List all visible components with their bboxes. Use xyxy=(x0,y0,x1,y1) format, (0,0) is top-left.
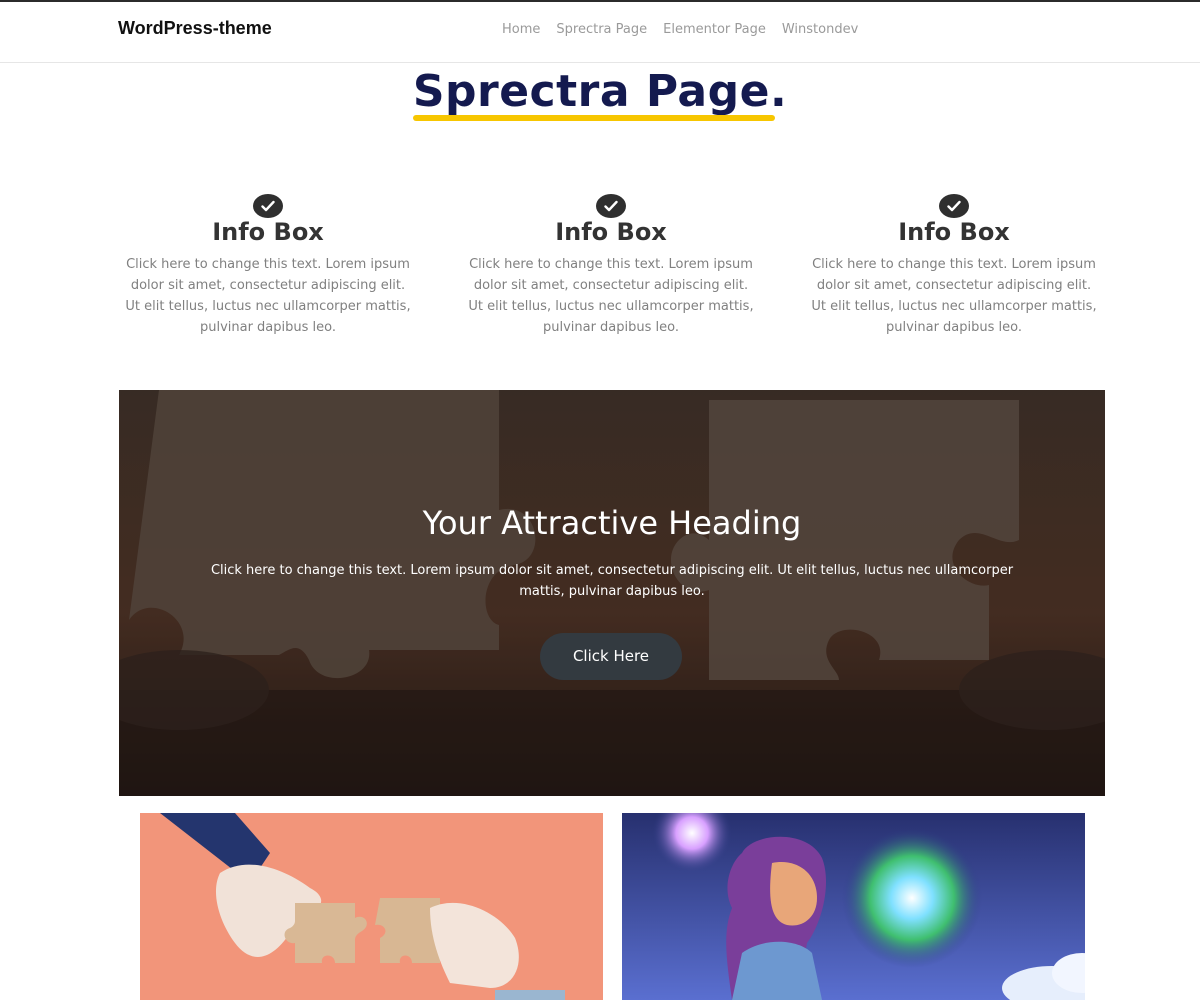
hero-heading: Your Attractive Heading xyxy=(422,504,802,542)
hero-text: Click here to change this text. Lorem ip… xyxy=(210,563,1014,599)
check-circle-icon xyxy=(253,194,283,218)
puzzle-hands-image xyxy=(140,813,603,1000)
info-box-row: Info Box Click here to change this text.… xyxy=(118,194,1104,338)
hero-content: Your Attractive Heading Click here to ch… xyxy=(119,390,1105,796)
nav-item-home[interactable]: Home xyxy=(502,22,540,37)
check-circle-icon xyxy=(939,194,969,218)
info-box: Info Box Click here to change this text.… xyxy=(461,194,761,338)
info-box-text: Click here to change this text. Lorem ip… xyxy=(468,257,754,335)
info-box-title: Info Box xyxy=(212,218,324,246)
site-header: WordPress-theme Home Sprectra Page Eleme… xyxy=(0,2,1200,63)
nav-item-sprectra-page[interactable]: Sprectra Page xyxy=(556,22,647,37)
page-title: Sprectra Page. xyxy=(412,66,788,121)
info-box: Info Box Click here to change this text.… xyxy=(118,194,418,338)
title-highlight-underline xyxy=(412,115,776,121)
page-title-section: Sprectra Page. xyxy=(0,66,1200,121)
cartoon-girl-image xyxy=(622,813,1085,1000)
nav-item-elementor-page[interactable]: Elementor Page xyxy=(663,22,766,37)
page-title-text: Sprectra Page xyxy=(412,66,770,117)
site-title-link[interactable]: WordPress-theme xyxy=(118,18,272,39)
hero-banner: Your Attractive Heading Click here to ch… xyxy=(119,390,1105,796)
nav-item-winstondev[interactable]: Winstondev xyxy=(782,22,858,37)
click-here-button[interactable]: Click Here xyxy=(540,633,682,680)
page-title-suffix: . xyxy=(769,66,788,117)
main-navigation: Home Sprectra Page Elementor Page Winsto… xyxy=(502,22,858,37)
info-box-title: Info Box xyxy=(898,218,1010,246)
info-box-text: Click here to change this text. Lorem ip… xyxy=(125,257,411,335)
info-box-text: Click here to change this text. Lorem ip… xyxy=(811,257,1097,335)
check-circle-icon xyxy=(596,194,626,218)
info-box: Info Box Click here to change this text.… xyxy=(804,194,1104,338)
info-box-title: Info Box xyxy=(555,218,667,246)
